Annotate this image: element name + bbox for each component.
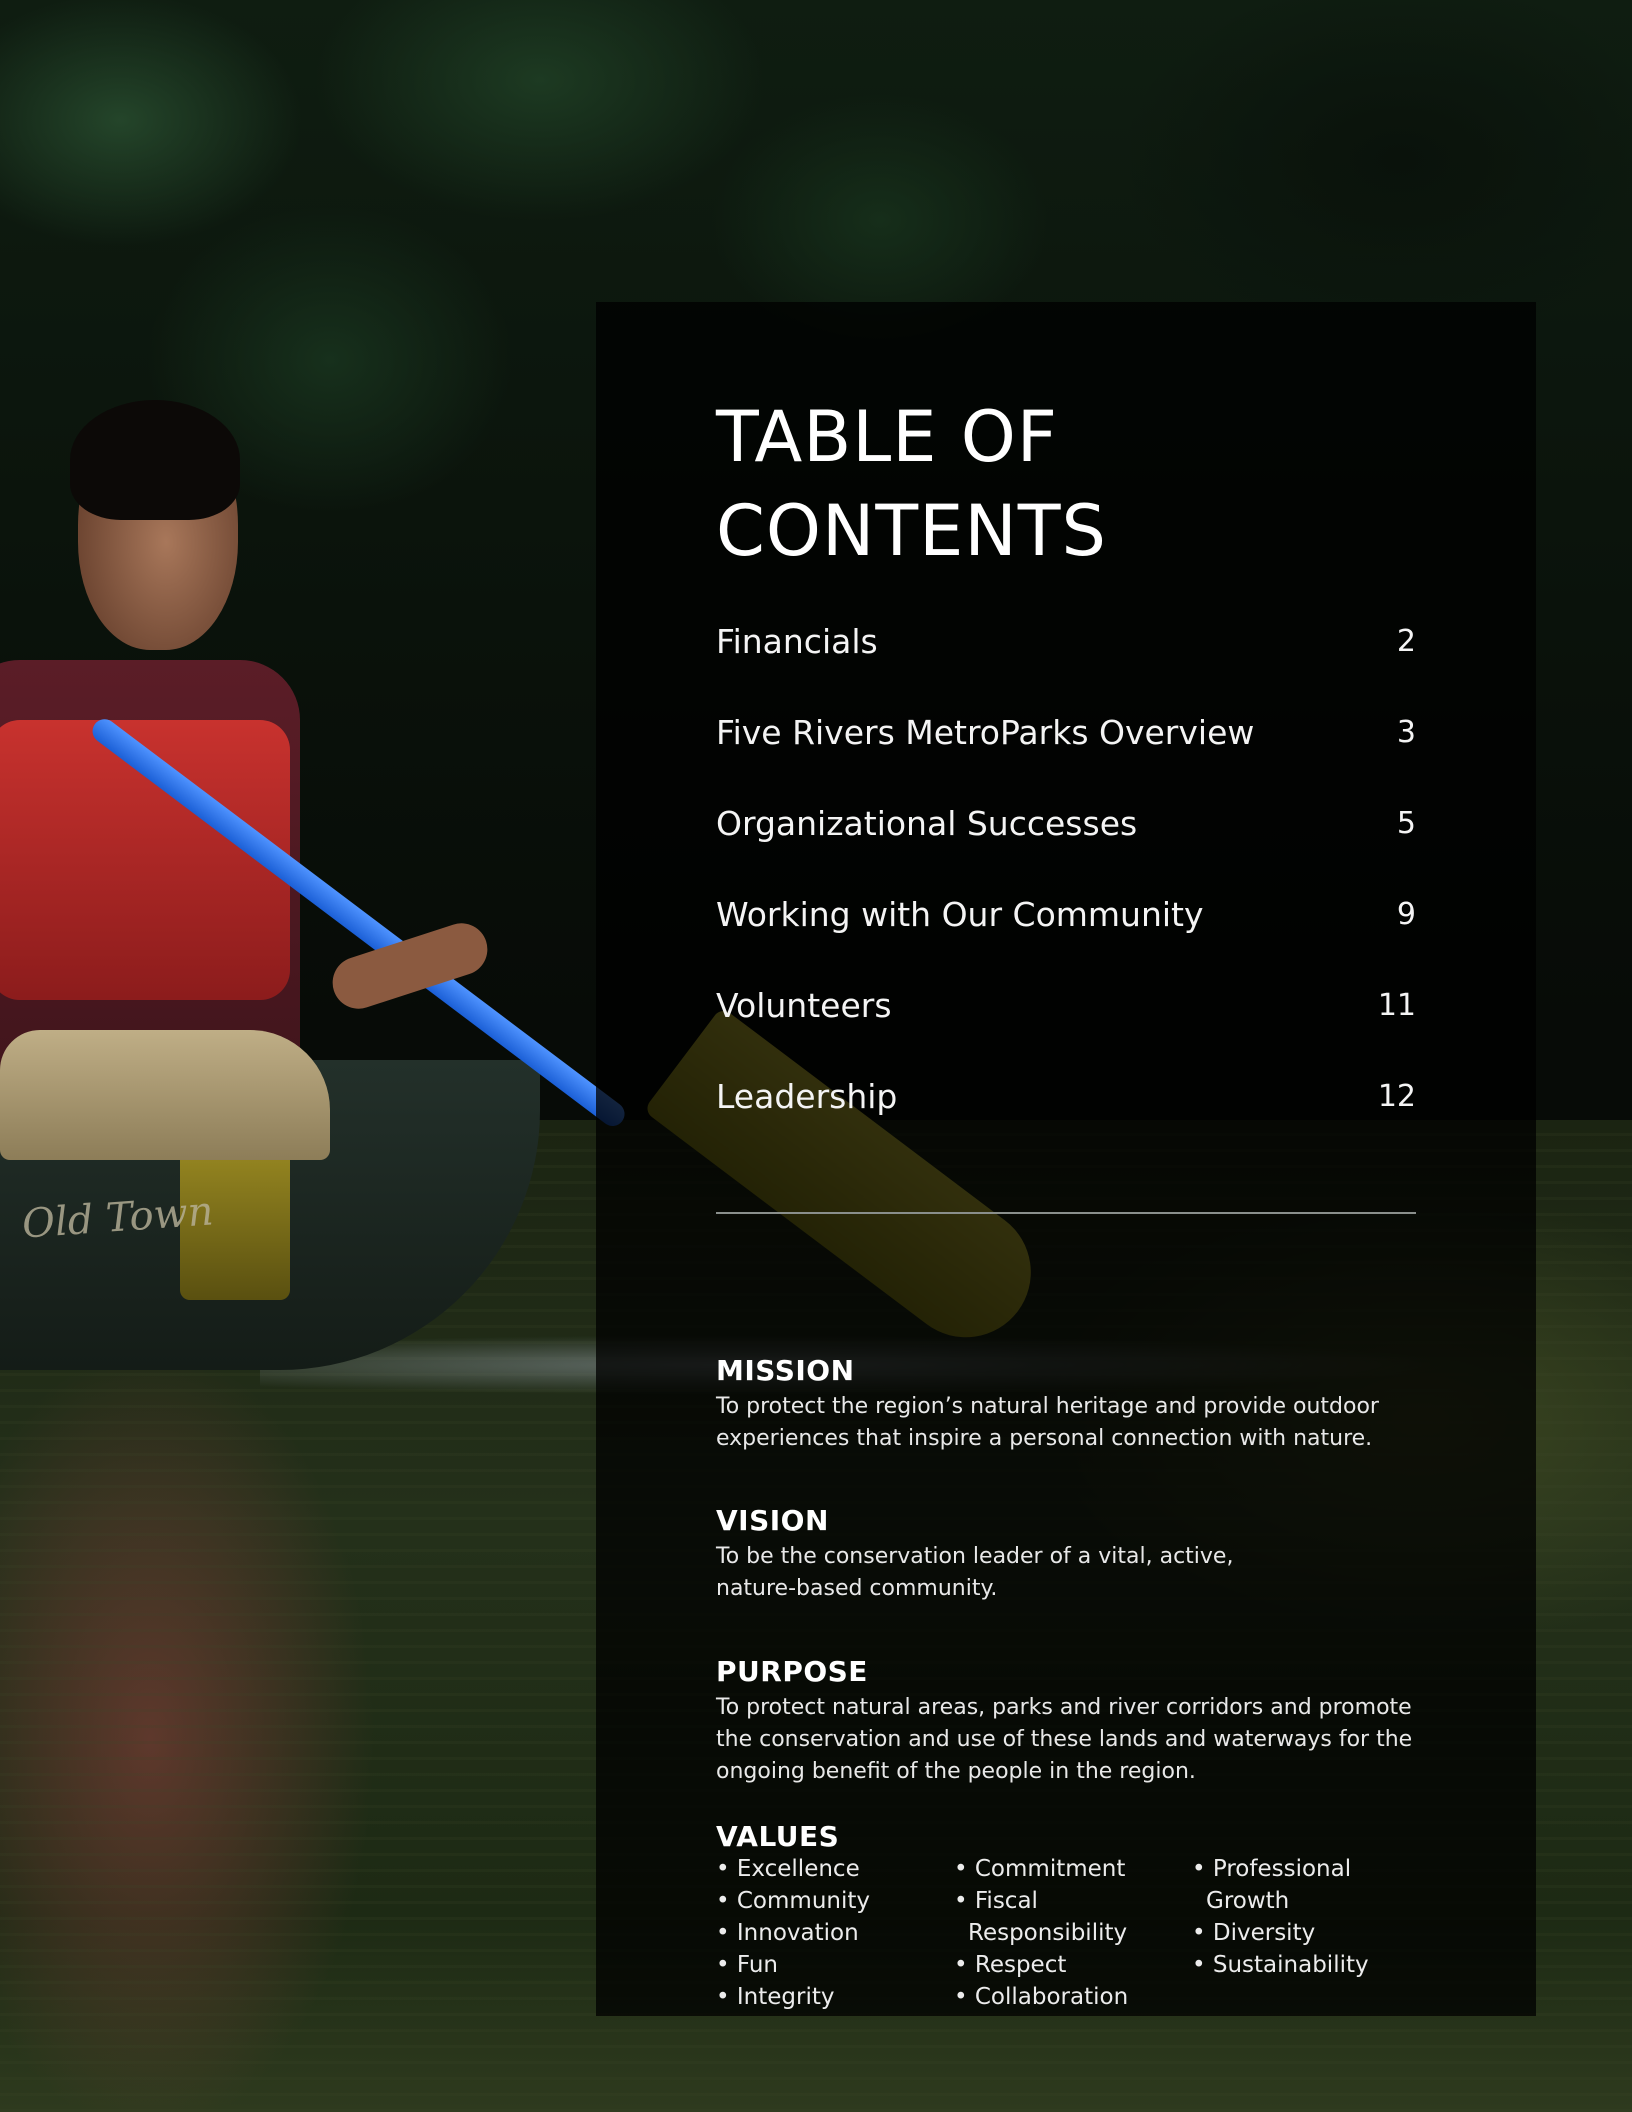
values-column-2: • Commitment • Fiscal Responsibility • R… — [954, 1853, 1192, 2013]
mission-heading: MISSION — [716, 1354, 855, 1387]
mission-section: MISSION To protect the region’s natural … — [716, 1354, 1416, 1455]
toc-item-organizational-successes[interactable]: Organizational Successes 5 — [716, 778, 1416, 869]
vision-text: To be the conservation leader of a vital… — [716, 1544, 1234, 1601]
value-item: • Commitment — [954, 1856, 1126, 1882]
values-column-3: • Professional Growth • Diversity • Sust… — [1192, 1853, 1392, 2013]
toc-item-financials[interactable]: Financials 2 — [716, 596, 1416, 687]
toc-item-label: Financials — [716, 622, 878, 661]
value-item: • Diversity — [1192, 1920, 1316, 1946]
toc-page-number: 11 — [1377, 988, 1416, 1023]
panel-content: TABLE OF CONTENTS Financials 2 Five Rive… — [716, 390, 1416, 2010]
section-divider — [716, 1212, 1416, 1214]
value-item: • Collaboration — [954, 1984, 1129, 2010]
toc-page-number: 3 — [1396, 715, 1416, 750]
values-section: VALUES • Excellence • Community • Innova… — [716, 1820, 1392, 2013]
content-panel: TABLE OF CONTENTS Financials 2 Five Rive… — [596, 302, 1536, 2016]
mission-text: To protect the region’s natural heritage… — [716, 1394, 1379, 1451]
toc-item-label: Leadership — [716, 1077, 898, 1116]
toc-page-number: 12 — [1377, 1079, 1416, 1114]
toc-item-label: Working with Our Community — [716, 895, 1204, 934]
value-item: • Sustainability — [1192, 1952, 1369, 1978]
value-item: • Innovation — [716, 1920, 859, 1946]
toc-page-number: 9 — [1396, 897, 1416, 932]
toc-item-overview[interactable]: Five Rivers MetroParks Overview 3 — [716, 687, 1416, 778]
vision-section: VISION To be the conservation leader of … — [716, 1504, 1276, 1605]
values-column-1: • Excellence • Community • Innovation • … — [716, 1853, 954, 2013]
toc-item-working-with-community[interactable]: Working with Our Community 9 — [716, 869, 1416, 960]
value-item: • Integrity — [716, 1984, 835, 2010]
toc-item-label: Volunteers — [716, 986, 892, 1025]
toc-list: Financials 2 Five Rivers MetroParks Over… — [716, 596, 1416, 1142]
toc-item-label: Five Rivers MetroParks Overview — [716, 713, 1255, 752]
paddler-shorts — [0, 1030, 330, 1160]
toc-title: TABLE OF CONTENTS — [716, 396, 1107, 572]
value-item: • Community — [716, 1888, 870, 1914]
value-item: • Fiscal Responsibility — [954, 1888, 1128, 1946]
value-item: • Fun — [716, 1952, 779, 1978]
purpose-section: PURPOSE To protect natural areas, parks … — [716, 1655, 1416, 1788]
values-columns: • Excellence • Community • Innovation • … — [716, 1853, 1392, 2013]
value-item: • Professional Growth — [1192, 1856, 1352, 1914]
paddler-hair — [70, 400, 240, 520]
purpose-heading: PURPOSE — [716, 1655, 868, 1688]
toc-page-number: 2 — [1396, 624, 1416, 659]
toc-item-label: Organizational Successes — [716, 804, 1138, 843]
toc-page-number: 5 — [1396, 806, 1416, 841]
purpose-text: To protect natural areas, parks and rive… — [716, 1695, 1413, 1784]
value-item: • Respect — [954, 1952, 1067, 1978]
toc-item-volunteers[interactable]: Volunteers 11 — [716, 960, 1416, 1051]
values-heading: VALUES — [716, 1820, 840, 1853]
vision-heading: VISION — [716, 1504, 829, 1537]
value-item: • Excellence — [716, 1856, 860, 1882]
toc-item-leadership[interactable]: Leadership 12 — [716, 1051, 1416, 1142]
